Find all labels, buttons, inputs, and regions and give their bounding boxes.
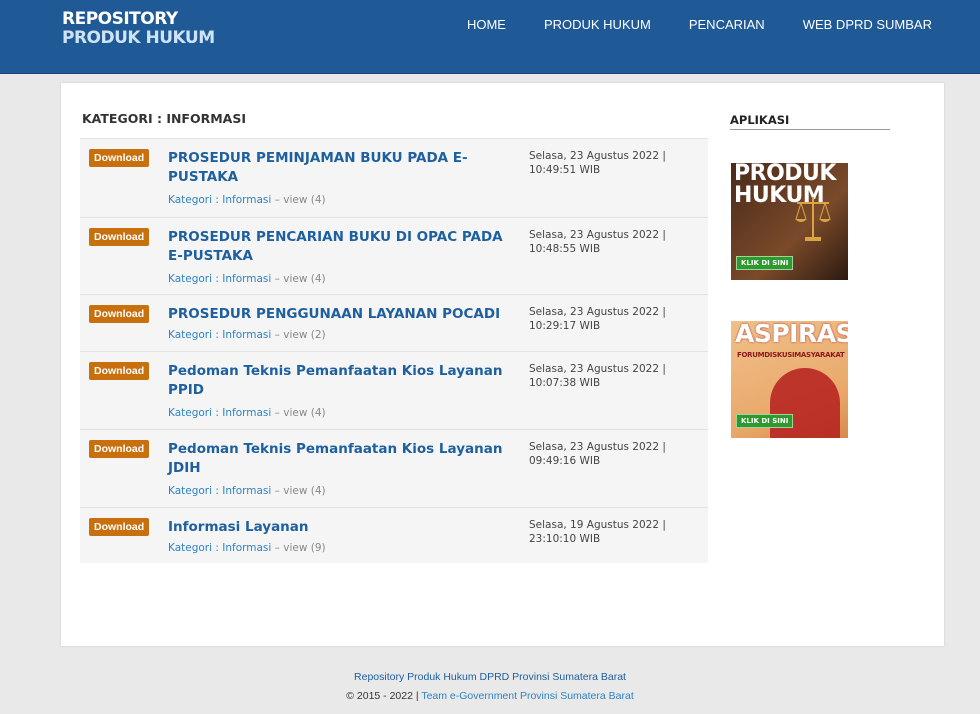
view-count: view (4): [283, 485, 326, 497]
document-date: Selasa, 19 Agustus 2022 | 23:10:10 WIB: [529, 518, 689, 546]
view-count: view (4): [283, 194, 326, 206]
document-meta: Kategori : Informasi – view (4): [168, 407, 326, 419]
view-count: view (9): [283, 542, 326, 554]
team-link[interactable]: Team e-Government Provinsi Sumatera Bara…: [421, 690, 633, 702]
nav-pencarian[interactable]: PENCARIAN: [689, 17, 765, 32]
document-date: Selasa, 23 Agustus 2022 | 10:29:17 WIB: [529, 305, 689, 333]
time-text: 09:49:16 WIB: [529, 455, 601, 467]
document-title-link[interactable]: Pedoman Teknis Pemanfaatan Kios Layanan …: [168, 440, 508, 478]
download-button[interactable]: Download: [89, 228, 150, 246]
category-link[interactable]: Kategori : Informasi: [168, 273, 271, 285]
document-title-link[interactable]: PROSEDUR PENCARIAN BUKU DI OPAC PADA E-P…: [168, 228, 508, 266]
download-button[interactable]: Download: [89, 305, 150, 323]
nav-home[interactable]: HOME: [467, 17, 506, 32]
category-link[interactable]: Kategori : Informasi: [168, 329, 271, 341]
logo-line1: REPOSITORY: [62, 9, 178, 29]
footer: Repository Produk Hukum DPRD Provinsi Su…: [0, 668, 980, 706]
main-nav: HOME PRODUK HUKUM PENCARIAN WEB DPRD SUM…: [429, 17, 932, 32]
time-text: 10:07:38 WIB: [529, 377, 601, 389]
document-list: Download PROSEDUR PEMINJAMAN BUKU PADA E…: [80, 138, 708, 563]
list-item: Download Informasi Layanan Kategori : In…: [80, 507, 708, 563]
view-count: view (4): [283, 273, 326, 285]
document-date: Selasa, 23 Agustus 2022 | 10:07:38 WIB: [529, 362, 689, 390]
time-text: 23:10:10 WIB: [529, 533, 601, 545]
document-meta: Kategori : Informasi – view (2): [168, 329, 326, 341]
document-title-link[interactable]: Informasi Layanan: [168, 518, 508, 537]
nav-web-dprd-sumbar[interactable]: WEB DPRD SUMBAR: [803, 17, 932, 32]
document-date: Selasa, 23 Agustus 2022 | 09:49:16 WIB: [529, 440, 689, 468]
category-link[interactable]: Kategori : Informasi: [168, 542, 271, 554]
date-text: Selasa, 23 Agustus 2022 |: [529, 150, 666, 162]
category-heading: KATEGORI : INFORMASI: [82, 111, 246, 126]
date-text: Selasa, 23 Agustus 2022 |: [529, 229, 666, 241]
download-button[interactable]: Download: [89, 518, 150, 536]
date-text: Selasa, 23 Agustus 2022 |: [529, 306, 666, 318]
download-button[interactable]: Download: [89, 149, 150, 167]
time-text: 10:29:17 WIB: [529, 320, 601, 332]
view-count: view (2): [283, 329, 326, 341]
date-text: Selasa, 23 Agustus 2022 |: [529, 363, 666, 375]
site-logo[interactable]: REPOSITORY PRODUK HUKUM: [62, 10, 215, 48]
category-link[interactable]: Kategori : Informasi: [168, 194, 271, 206]
document-date: Selasa, 23 Agustus 2022 | 10:48:55 WIB: [529, 228, 689, 256]
top-bar: REPOSITORY PRODUK HUKUM HOME PRODUK HUKU…: [0, 0, 980, 74]
document-title-link[interactable]: PROSEDUR PENGGUNAAN LAYANAN POCADI: [168, 305, 528, 324]
document-meta: Kategori : Informasi – view (4): [168, 485, 326, 497]
category-link[interactable]: Kategori : Informasi: [168, 407, 271, 419]
document-title-link[interactable]: PROSEDUR PEMINJAMAN BUKU PADA E-PUSTAKA: [168, 149, 508, 187]
aspirasi-banner[interactable]: ASPIRASI FORUMDISKUSIMASYARAKAT KLIK DI …: [731, 321, 848, 438]
scales-of-justice-icon: [795, 197, 831, 241]
copyright-text: © 2015 - 2022 |: [346, 690, 422, 702]
list-item: Download PROSEDUR PENGGUNAAN LAYANAN POC…: [80, 294, 708, 351]
produk-hukum-banner[interactable]: PRODUK HUKUM KLIK DI SINI: [731, 163, 848, 280]
date-text: Selasa, 19 Agustus 2022 |: [529, 519, 666, 531]
document-date: Selasa, 23 Agustus 2022 | 10:49:51 WIB: [529, 149, 689, 177]
banner-big-text: ASPIRASI: [735, 321, 848, 348]
document-meta: Kategori : Informasi – view (9): [168, 542, 326, 554]
list-item: Download Pedoman Teknis Pemanfaatan Kios…: [80, 429, 708, 507]
banner-click-button: KLIK DI SINI: [736, 256, 794, 270]
document-meta: Kategori : Informasi – view (4): [168, 273, 326, 285]
document-meta: Kategori : Informasi – view (4): [168, 194, 326, 206]
banner-big-line1: PRODUK: [734, 163, 836, 186]
download-button[interactable]: Download: [89, 362, 150, 380]
time-text: 10:49:51 WIB: [529, 164, 601, 176]
list-item: Download PROSEDUR PEMINJAMAN BUKU PADA E…: [80, 138, 708, 217]
footer-copyright: © 2015 - 2022 | Team e-Government Provin…: [0, 687, 980, 706]
nav-produk-hukum[interactable]: PRODUK HUKUM: [544, 17, 651, 32]
time-text: 10:48:55 WIB: [529, 243, 601, 255]
content-panel: KATEGORI : INFORMASI Download PROSEDUR P…: [61, 83, 944, 646]
category-link[interactable]: Kategori : Informasi: [168, 485, 271, 497]
date-text: Selasa, 23 Agustus 2022 |: [529, 441, 666, 453]
list-item: Download PROSEDUR PENCARIAN BUKU DI OPAC…: [80, 217, 708, 294]
banner-click-button: KLIK DI SINI: [736, 414, 794, 428]
sidebar-title: APLIKASI: [730, 113, 890, 130]
download-button[interactable]: Download: [89, 440, 150, 458]
logo-line2: PRODUK HUKUM: [62, 28, 215, 48]
banner-small-text: FORUMDISKUSIMASYARAKAT: [737, 351, 845, 359]
footer-site-name: Repository Produk Hukum DPRD Provinsi Su…: [354, 671, 626, 683]
document-title-link[interactable]: Pedoman Teknis Pemanfaatan Kios Layanan …: [168, 362, 508, 400]
list-item: Download Pedoman Teknis Pemanfaatan Kios…: [80, 351, 708, 429]
view-count: view (4): [283, 407, 326, 419]
